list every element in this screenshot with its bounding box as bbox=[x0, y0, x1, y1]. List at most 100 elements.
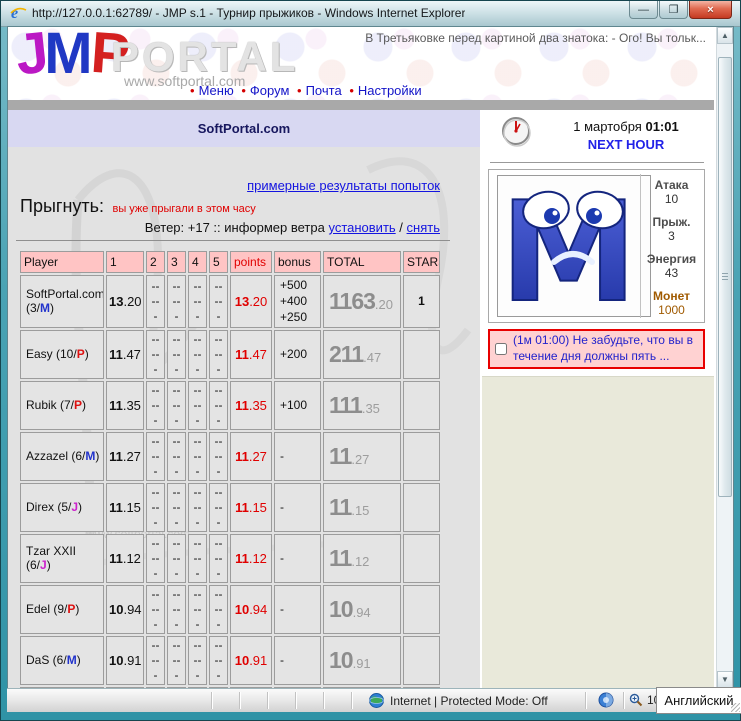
attempt-4-cell: -- -- - bbox=[188, 584, 207, 634]
sidebar-lower-area bbox=[482, 376, 714, 688]
points-cell: 11.15 bbox=[230, 482, 272, 532]
protection-pane[interactable] bbox=[591, 692, 621, 711]
points-cell: 10.94 bbox=[230, 584, 272, 634]
total-cell: 1163.20 bbox=[323, 275, 401, 328]
bonus-cell: - bbox=[274, 635, 321, 685]
player-class-letter: P bbox=[74, 398, 83, 413]
stars-cell bbox=[403, 533, 440, 583]
points-cell: 11.12 bbox=[230, 533, 272, 583]
player-class-letter: M bbox=[40, 301, 51, 316]
statusbar-separator bbox=[351, 692, 352, 709]
main-column: www.softportal.com SoftPortal.com пример… bbox=[8, 110, 480, 688]
attempt-5-cell: -- -- - bbox=[209, 533, 228, 583]
points-cell: 11.27 bbox=[230, 431, 272, 481]
column-header-player: Player bbox=[20, 251, 104, 273]
main-nav: • Меню • Форум • Почта • Настройки bbox=[186, 83, 422, 98]
stat-energy: Энергия 43 bbox=[646, 252, 697, 280]
table-row: SoftPortal.com (3/M) 13.20 -- -- - -- -- --… bbox=[20, 275, 440, 328]
attempt-5-cell: -- -- - bbox=[209, 380, 228, 430]
stars-cell bbox=[403, 329, 440, 379]
nav-menu-link[interactable]: Меню bbox=[199, 83, 234, 98]
column-header-points: points bbox=[230, 251, 272, 273]
close-button[interactable]: × bbox=[689, 1, 732, 19]
attempt-1-cell: 11.27 bbox=[106, 431, 144, 481]
bullet-icon: • bbox=[190, 83, 195, 98]
statusbar-separator bbox=[585, 692, 586, 709]
approx-results-link[interactable]: примерные результаты попыток bbox=[247, 178, 440, 193]
player-cell: Tzar XXII (6/J) bbox=[20, 533, 104, 583]
clock-icon bbox=[502, 117, 531, 147]
attempt-5-cell: -- -- - bbox=[209, 635, 228, 685]
jump-results-table: Player12345pointsbonusTOTALSTARS SoftPor… bbox=[18, 249, 442, 688]
vertical-scrollbar[interactable]: ▲ ▼ bbox=[716, 27, 733, 688]
bonus-cell: - bbox=[274, 533, 321, 583]
total-cell: 211.47 bbox=[323, 329, 401, 379]
attempt-1-cell: 11.35 bbox=[106, 380, 144, 430]
statusbar-separator bbox=[267, 692, 268, 709]
attempt-4-cell: -- -- - bbox=[188, 482, 207, 532]
attempt-4-cell: -- -- - bbox=[188, 431, 207, 481]
notification-checkbox[interactable] bbox=[495, 343, 507, 355]
character-panel: M Атака 10 Прыж. 3 Энергия 43 Монет 1000 bbox=[488, 169, 705, 334]
points-cell: 10.91 bbox=[230, 635, 272, 685]
notification-box: (1м 01:00) Не забудьте, что вы в течение… bbox=[488, 329, 705, 369]
column-header-3: 3 bbox=[167, 251, 186, 273]
bullet-icon: • bbox=[297, 83, 302, 98]
attempt-3-cell: -- -- - bbox=[167, 482, 186, 532]
attempt-1-cell: 11.12 bbox=[106, 533, 144, 583]
points-cell: 13.20 bbox=[230, 275, 272, 328]
attempt-4-cell: -- -- - bbox=[188, 380, 207, 430]
stars-cell bbox=[403, 584, 440, 634]
attempt-2-cell: -- -- - bbox=[146, 380, 165, 430]
already-jumped-note: вы уже прыгали в этом часу bbox=[112, 203, 256, 215]
scroll-up-button[interactable]: ▲ bbox=[717, 27, 733, 44]
sidebar: 1 мартобря 01:01 NEXT HOUR M Атака 10 Пр… bbox=[482, 110, 714, 688]
attempt-5-cell: -- -- - bbox=[209, 584, 228, 634]
nav-mail-link[interactable]: Почта bbox=[306, 83, 342, 98]
wind-remove-link[interactable]: снять bbox=[407, 220, 440, 235]
table-row: Tzar XXII (6/J) 11.12 -- -- - -- -- - -- -- … bbox=[20, 533, 440, 583]
wind-install-link[interactable]: установить bbox=[328, 220, 395, 235]
stars-cell bbox=[403, 431, 440, 481]
table-row: Azzazel (6/M) 11.27 -- -- - -- -- - -- -- --… bbox=[20, 431, 440, 481]
joke-ticker: В Третьяковке перед картиной два знатока… bbox=[365, 31, 706, 45]
wind-text: Ветер: +17 :: информер ветра bbox=[144, 220, 325, 235]
attempt-3-cell: -- -- - bbox=[167, 635, 186, 685]
minimize-button[interactable]: — bbox=[629, 1, 658, 19]
statusbar-separator bbox=[239, 692, 240, 709]
stars-cell: 1 bbox=[403, 275, 440, 328]
total-cell: 10.91 bbox=[323, 635, 401, 685]
attempt-4-cell: -- -- - bbox=[188, 275, 207, 328]
attempt-1-cell: 13.20 bbox=[106, 275, 144, 328]
jump-label: Прыгнуть: bbox=[20, 196, 105, 216]
scroll-down-button[interactable]: ▼ bbox=[717, 671, 733, 688]
zone-text: Internet | Protected Mode: Off bbox=[390, 693, 548, 708]
total-cell: 111.35 bbox=[323, 380, 401, 430]
attempt-5-cell: -- -- - bbox=[209, 431, 228, 481]
next-hour-link[interactable]: NEXT HOUR bbox=[542, 137, 710, 152]
attempt-3-cell: -- -- - bbox=[167, 275, 186, 328]
scrollbar-thumb[interactable] bbox=[718, 57, 732, 497]
attempt-4-cell: -- -- - bbox=[188, 533, 207, 583]
window-title: http://127.0.0.1:62789/ - JMP s.1 - Турн… bbox=[32, 6, 466, 20]
title-bar[interactable]: e http://127.0.0.1:62789/ - JMP s.1 - Ту… bbox=[1, 1, 740, 27]
attempt-2-cell: -- -- - bbox=[146, 329, 165, 379]
statusbar-separator bbox=[295, 692, 296, 709]
status-bar: Internet | Protected Mode: Off 100% bbox=[7, 688, 734, 712]
player-class-letter: M bbox=[85, 449, 96, 464]
wind-info-line: Ветер: +17 :: информер ветра установить … bbox=[145, 220, 440, 235]
column-header-stars: STARS bbox=[403, 251, 440, 273]
player-cell: Azzazel (6/M) bbox=[20, 431, 104, 481]
window-frame: e http://127.0.0.1:62789/ - JMP s.1 - Ту… bbox=[0, 0, 741, 721]
player-cell: DaS (6/M) bbox=[20, 635, 104, 685]
logo-letter-m: M bbox=[44, 27, 93, 86]
nav-forum-link[interactable]: Форум bbox=[250, 83, 290, 98]
maximize-button[interactable]: ❐ bbox=[659, 1, 688, 19]
column-header-total: TOTAL bbox=[323, 251, 401, 273]
logo-letter-j: J bbox=[12, 27, 52, 88]
player-class-letter: J bbox=[40, 558, 47, 573]
attempt-4-cell: -- -- - bbox=[188, 635, 207, 685]
player-class-letter: P bbox=[67, 602, 76, 617]
nav-settings-link[interactable]: Настройки bbox=[358, 83, 422, 98]
player-cell: Edel (9/P) bbox=[20, 584, 104, 634]
